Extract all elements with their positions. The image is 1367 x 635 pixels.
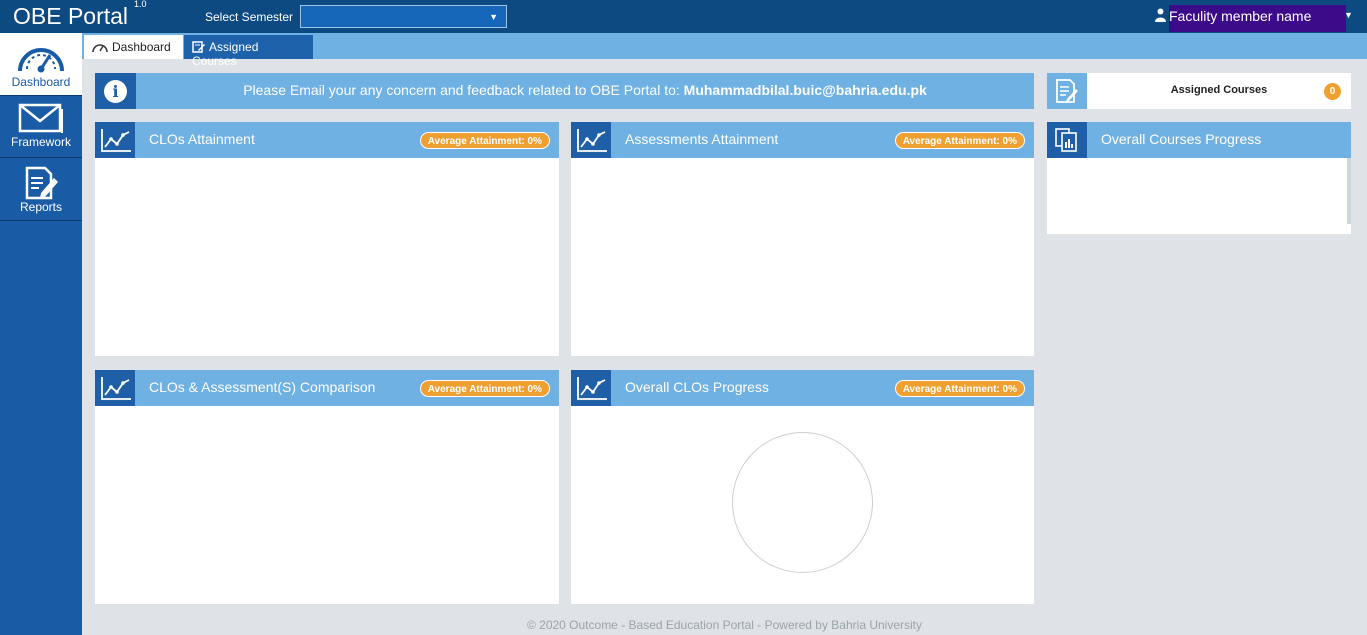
edit-icon bbox=[192, 41, 205, 53]
banner-message: Please Email your any concern and feedba… bbox=[136, 82, 1034, 98]
sidebar: Dashboard Framework Reports bbox=[0, 33, 82, 635]
line-chart-icon bbox=[577, 377, 607, 400]
speedometer-icon bbox=[18, 48, 64, 73]
overall-courses-progress-panel: Overall Courses Progress bbox=[1047, 122, 1351, 234]
overall-clos-progress-panel: Overall CLOs Progress Average Attainment… bbox=[571, 370, 1034, 604]
average-attainment-badge: Average Attainment: 0% bbox=[419, 132, 550, 149]
panel-title: CLOs Attainment bbox=[149, 131, 255, 147]
empty-pie-chart bbox=[732, 432, 873, 573]
line-chart-icon bbox=[577, 129, 607, 152]
comparison-panel: CLOs & Assessment(S) Comparison Average … bbox=[95, 370, 559, 604]
panel-icon-block bbox=[1047, 122, 1087, 158]
sidebar-item-label: Framework bbox=[10, 135, 71, 149]
banner-email[interactable]: Muhammadbilal.buic@bahria.edu.pk bbox=[684, 82, 927, 98]
info-icon-block: i bbox=[95, 73, 136, 109]
chevron-down-icon: ▼ bbox=[489, 12, 498, 22]
panel-title: Assessments Attainment bbox=[625, 131, 779, 147]
chevron-down-icon[interactable]: ▼ bbox=[1344, 10, 1353, 20]
average-attainment-badge: Average Attainment: 0% bbox=[894, 380, 1025, 397]
panel-icon-block bbox=[571, 370, 611, 406]
tab-label: Dashboard bbox=[112, 40, 171, 54]
report-edit-icon bbox=[25, 166, 58, 200]
panel-header: Overall Courses Progress bbox=[1047, 122, 1351, 158]
brand-title: OBE Portal bbox=[13, 3, 129, 29]
sidebar-item-dashboard[interactable]: Dashboard bbox=[0, 33, 82, 96]
assigned-courses-card[interactable]: Assigned Courses 0 bbox=[1047, 73, 1351, 109]
sidebar-item-label: Reports bbox=[19, 200, 63, 214]
sidebar-item-reports[interactable]: Reports bbox=[0, 158, 82, 221]
average-attainment-badge: Average Attainment: 0% bbox=[419, 380, 550, 397]
tab-bar: Dashboard Assigned Courses bbox=[82, 33, 1367, 68]
speedometer-icon bbox=[92, 44, 108, 53]
top-bar: OBE Portal 1.0 Select Semester ▼ Faculity… bbox=[0, 0, 1367, 33]
envelope-icon bbox=[18, 103, 63, 133]
assessments-attainment-panel: Assessments Attainment Average Attainmen… bbox=[571, 122, 1034, 356]
card-icon-block bbox=[1047, 73, 1087, 109]
panel-title: Overall Courses Progress bbox=[1101, 131, 1262, 147]
app-brand[interactable]: OBE Portal 1.0 bbox=[13, 0, 147, 30]
info-banner: i Please Email your any concern and feed… bbox=[95, 73, 1034, 109]
panel-header: CLOs Attainment Average Attainment: 0% bbox=[95, 122, 559, 158]
clos-attainment-panel: CLOs Attainment Average Attainment: 0% bbox=[95, 122, 559, 356]
panel-icon-block bbox=[95, 370, 135, 406]
sidebar-item-label: Dashboard bbox=[11, 75, 71, 89]
footer-text: © 2020 Outcome - Based Education Portal … bbox=[526, 618, 923, 632]
average-attainment-badge: Average Attainment: 0% bbox=[894, 132, 1025, 149]
line-chart-icon bbox=[101, 129, 131, 152]
sidebar-item-framework[interactable]: Framework bbox=[0, 96, 82, 158]
user-icon bbox=[1155, 8, 1166, 22]
user-menu[interactable]: Faculity member name bbox=[1169, 5, 1346, 32]
assigned-courses-label: Assigned Courses bbox=[1170, 84, 1268, 96]
documents-chart-icon bbox=[1055, 128, 1077, 152]
scrollbar[interactable] bbox=[1347, 158, 1351, 224]
panel-title: Overall CLOs Progress bbox=[625, 379, 769, 395]
panel-title: CLOs & Assessment(S) Comparison bbox=[149, 379, 376, 395]
line-chart-icon bbox=[101, 377, 131, 400]
banner-text: Please Email your any concern and feedba… bbox=[243, 82, 684, 98]
user-name: Faculity member name bbox=[1169, 8, 1312, 24]
panel-icon-block bbox=[95, 122, 135, 158]
panel-icon-block bbox=[571, 122, 611, 158]
assigned-courses-count: 0 bbox=[1324, 83, 1341, 100]
tab-dashboard[interactable]: Dashboard bbox=[84, 35, 183, 59]
semester-select[interactable]: ▼ bbox=[300, 5, 507, 28]
semester-label: Select Semester bbox=[205, 10, 294, 24]
panel-header: CLOs & Assessment(S) Comparison Average … bbox=[95, 370, 559, 406]
document-edit-icon bbox=[1056, 79, 1078, 103]
panel-header: Overall CLOs Progress Average Attainment… bbox=[571, 370, 1034, 406]
info-icon: i bbox=[104, 80, 127, 103]
brand-version: 1.0 bbox=[134, 0, 147, 10]
tab-assigned-courses[interactable]: Assigned Courses bbox=[184, 35, 313, 68]
panel-header: Assessments Attainment Average Attainmen… bbox=[571, 122, 1034, 158]
